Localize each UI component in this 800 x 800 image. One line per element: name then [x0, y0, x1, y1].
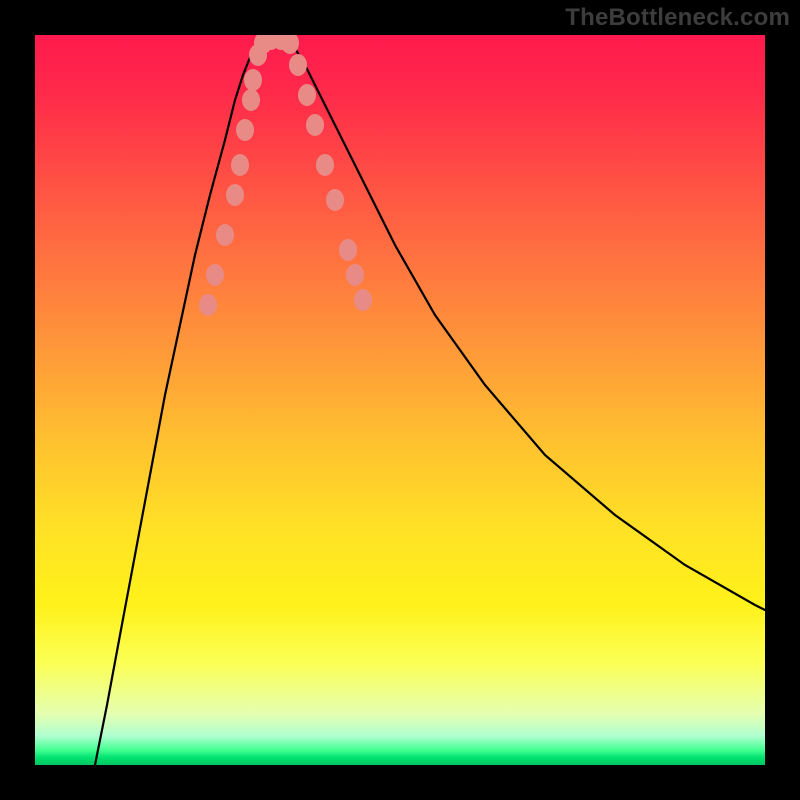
scatter-point [226, 184, 244, 206]
scatter-point [244, 69, 262, 91]
scatter-point [354, 289, 372, 311]
scatter-point [316, 154, 334, 176]
watermark-text: TheBottleneck.com [565, 4, 790, 32]
scatter-point [199, 294, 217, 316]
scatter-points [199, 35, 372, 316]
scatter-point [236, 119, 254, 141]
left-curve [95, 38, 265, 765]
scatter-point [326, 189, 344, 211]
scatter-point [306, 114, 324, 136]
chart-svg [35, 35, 765, 765]
scatter-point [206, 264, 224, 286]
plot-area [35, 35, 765, 765]
scatter-point [216, 224, 234, 246]
scatter-point [242, 89, 260, 111]
scatter-point [346, 264, 364, 286]
scatter-point [289, 54, 307, 76]
right-curve [285, 38, 765, 610]
scatter-point [231, 154, 249, 176]
chart-frame: TheBottleneck.com [0, 0, 800, 800]
scatter-point [298, 84, 316, 106]
scatter-point [339, 239, 357, 261]
